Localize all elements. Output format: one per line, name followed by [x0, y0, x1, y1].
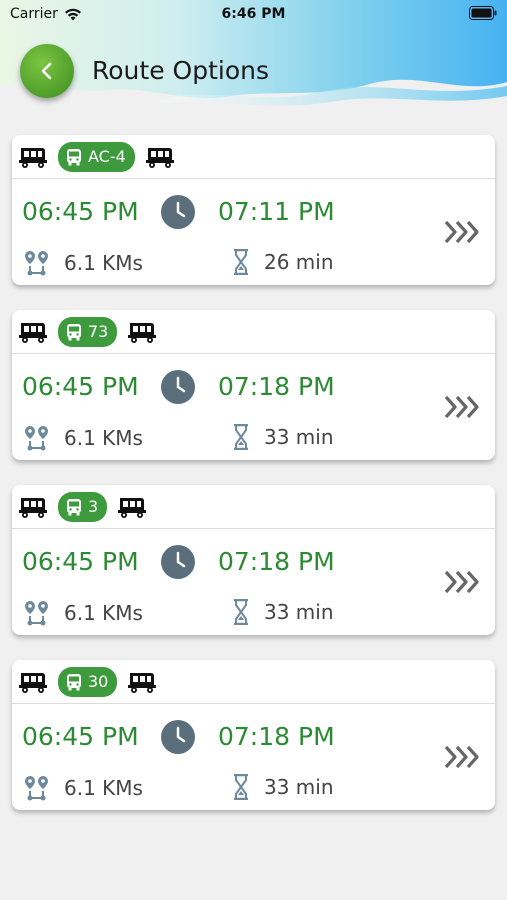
duration-info: 33 min: [232, 599, 334, 625]
bus-route-number: 30: [88, 672, 109, 691]
bus-route-number: 3: [88, 497, 99, 516]
duration-value: 33 min: [264, 425, 334, 449]
bus-route-badge: AC-4: [58, 141, 135, 172]
hourglass-icon: [234, 599, 248, 625]
triple-chevron-right-icon[interactable]: [443, 392, 483, 422]
distance-value: 6.1 KMs: [64, 251, 143, 275]
arrival-time: 07:18 PM: [218, 372, 335, 401]
route-list: AC-4 06:45 PM 07:11 PM 6.1 KMs 26 min 73…: [12, 135, 495, 835]
departure-time: 06:45 PM: [22, 372, 139, 401]
auto-rickshaw-icon: [128, 672, 157, 693]
clock-icon: [161, 195, 195, 229]
distance-value: 6.1 KMs: [64, 426, 143, 450]
clock-icon: [161, 545, 195, 579]
route-distance-icon: [25, 601, 48, 626]
arrival-time: 07:18 PM: [218, 547, 335, 576]
distance-info: 6.1 KMs: [24, 249, 143, 277]
duration-value: 33 min: [264, 600, 334, 624]
status-bar: Carrier 6:46 PM: [0, 0, 507, 28]
auto-rickshaw-icon: [19, 322, 47, 343]
bus-icon: [67, 498, 81, 515]
bus-icon: [67, 148, 81, 165]
status-time: 6:46 PM: [221, 6, 286, 22]
distance-info: 6.1 KMs: [24, 424, 143, 452]
auto-rickshaw-icon: [118, 497, 147, 518]
hourglass-icon: [234, 424, 248, 450]
back-button[interactable]: [20, 44, 74, 98]
arrival-time: 07:18 PM: [218, 722, 335, 751]
auto-rickshaw-icon: [19, 497, 47, 518]
hourglass-icon: [234, 249, 248, 275]
distance-info: 6.1 KMs: [24, 599, 143, 627]
triple-chevron-right-icon[interactable]: [443, 567, 483, 597]
bus-route-badge: 73: [58, 316, 118, 347]
bus-route-badge: 30: [58, 666, 118, 697]
auto-rickshaw-icon: [128, 322, 157, 343]
bus-icon: [67, 673, 81, 690]
route-card[interactable]: 3 06:45 PM 07:18 PM 6.1 KMs 33 min: [12, 485, 495, 635]
triple-chevron-right-icon[interactable]: [443, 217, 483, 247]
route-modes: 73: [12, 310, 495, 354]
departure-time: 06:45 PM: [22, 722, 139, 751]
distance-info: 6.1 KMs: [24, 774, 143, 802]
route-distance-icon: [25, 776, 48, 801]
bus-route-number: 73: [88, 322, 109, 341]
departure-time: 06:45 PM: [22, 197, 139, 226]
duration-value: 33 min: [264, 775, 334, 799]
route-modes: 3: [12, 485, 495, 529]
battery-icon: [469, 6, 497, 24]
route-card[interactable]: 73 06:45 PM 07:18 PM 6.1 KMs 33 min: [12, 310, 495, 460]
auto-rickshaw-icon: [19, 147, 47, 168]
duration-info: 26 min: [232, 249, 334, 275]
triple-chevron-right-icon[interactable]: [443, 742, 483, 772]
duration-info: 33 min: [232, 774, 334, 800]
duration-info: 33 min: [232, 424, 334, 450]
page-title: Route Options: [92, 56, 269, 85]
bus-route-number: AC-4: [88, 147, 126, 166]
route-distance-icon: [25, 426, 48, 451]
route-distance-icon: [25, 251, 48, 276]
route-modes: 30: [12, 660, 495, 704]
distance-value: 6.1 KMs: [64, 776, 143, 800]
header: Carrier 6:46 PM Route Options: [0, 0, 507, 112]
duration-value: 26 min: [264, 250, 334, 274]
bus-icon: [67, 323, 81, 340]
chevron-left-icon: [41, 62, 52, 80]
distance-value: 6.1 KMs: [64, 601, 143, 625]
route-card[interactable]: 30 06:45 PM 07:18 PM 6.1 KMs 33 min: [12, 660, 495, 810]
auto-rickshaw-icon: [145, 147, 174, 168]
hourglass-icon: [234, 774, 248, 800]
route-modes: AC-4: [12, 135, 495, 179]
bus-route-badge: 3: [58, 491, 108, 522]
auto-rickshaw-icon: [19, 672, 47, 693]
clock-icon: [161, 720, 195, 754]
departure-time: 06:45 PM: [22, 547, 139, 576]
route-card[interactable]: AC-4 06:45 PM 07:11 PM 6.1 KMs 26 min: [12, 135, 495, 285]
clock-icon: [161, 370, 195, 404]
arrival-time: 07:11 PM: [218, 197, 335, 226]
